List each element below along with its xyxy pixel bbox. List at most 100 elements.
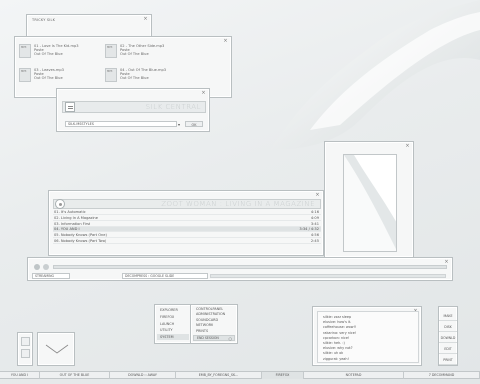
menu-item-launch[interactable]: LAUNCH xyxy=(160,321,174,327)
file-type-label: MP3 xyxy=(21,70,27,73)
chat-message: silkie: zzzz sleep xyxy=(323,315,352,319)
close-icon[interactable]: × xyxy=(223,39,228,44)
chat-message: silkie: heh. :) xyxy=(323,341,345,345)
track-name: 04. YOU AND I xyxy=(54,227,80,232)
start-menu-right: CONTROLPANEL ADMINISTRATION SOUNDCARD NETWO… xyxy=(190,304,238,344)
menu-item-system[interactable]: SYSTEM xyxy=(157,334,189,341)
app-icon xyxy=(65,102,75,112)
menu-item-explorer[interactable]: EXPLORER xyxy=(160,307,178,313)
mp3-file-icon: MP3 xyxy=(19,68,31,82)
preview-image xyxy=(343,154,397,252)
track-duration: 4:09 xyxy=(310,215,319,220)
dropdown-arrow-icon[interactable]: ▾ xyxy=(178,122,180,127)
chat-message: silkie: uh ok xyxy=(323,351,344,356)
taskbar-item[interactable]: OUT OF THE BLUE xyxy=(40,372,110,379)
track-name: 06. Nobody Knows (Part Two) xyxy=(54,239,107,243)
close-icon[interactable]: × xyxy=(143,17,148,22)
track-row[interactable]: 05. Nobody Knows (Part One) 4:56 xyxy=(53,233,321,239)
mp3-file-icon: MP3 xyxy=(105,44,117,58)
play-button[interactable] xyxy=(34,264,40,270)
side-item-disk[interactable]: DISK xyxy=(439,322,457,332)
style-input-value: SILK.MSSTYLES xyxy=(68,122,94,126)
taskbar-item[interactable]: 7 DECOMMAND xyxy=(404,372,480,379)
mini-player-window: × STREAMING DECOMPRESS : GOOGLE SLIDE xyxy=(27,257,453,281)
chat-message: elusive: how's it. xyxy=(323,320,352,325)
status-label: DECOMPRESS : GOOGLE SLIDE xyxy=(125,274,175,278)
file-album: Out Of The Blue xyxy=(120,52,149,56)
track-name: 01. It's Automatic xyxy=(54,210,86,214)
end-session-label: END SESSION xyxy=(197,336,219,340)
track-duration: 2:45 xyxy=(310,239,319,243)
track-row[interactable]: 03. Information First 3:41 xyxy=(53,222,321,227)
style-input[interactable]: SILK.MSSTYLES xyxy=(65,121,177,127)
streaming-label-box: STREAMING xyxy=(32,273,70,279)
file-album: Out Of The Blue xyxy=(34,52,63,56)
track-row[interactable]: 06. Nobody Knows (Part Two) 2:45 xyxy=(53,239,321,244)
power-icon: ○ xyxy=(228,336,233,341)
progress-track xyxy=(210,274,446,278)
close-icon[interactable]: × xyxy=(201,91,206,96)
image-viewer-window: × xyxy=(324,141,414,258)
chat-message: rakarina: very nice! xyxy=(323,330,357,335)
track-name: 03. Information First xyxy=(54,221,91,226)
tray-buttons xyxy=(17,332,33,366)
taskbar-item[interactable]: EMB_BY_FOREGNS_SK... xyxy=(176,372,262,379)
file-album: Out Of The Blue xyxy=(34,76,63,80)
side-item-print[interactable]: PRINT xyxy=(439,355,457,365)
mp3-file-icon: MP3 xyxy=(19,44,31,58)
chat-message: elusive: why not? xyxy=(323,346,353,351)
track-duration: 4:16 xyxy=(310,210,319,214)
file-type-label: MP3 xyxy=(107,46,113,49)
close-icon[interactable]: × xyxy=(405,144,410,149)
track-duration: 3:41 xyxy=(310,221,319,226)
taskbar-item[interactable]: NOTEPAD xyxy=(304,372,404,379)
taskbar-item[interactable]: YOU AND I xyxy=(0,372,40,379)
player-icon xyxy=(55,199,65,209)
chat-message: coffeehouse: wow!! xyxy=(323,325,357,330)
close-icon[interactable]: × xyxy=(315,193,320,198)
track-duration: 4:56 xyxy=(310,233,319,238)
player-window: × ZOOT WOMAN : LIVING IN A MAGAZINE 01. … xyxy=(48,190,324,256)
status-box: DECOMPRESS : GOOGLE SLIDE xyxy=(122,273,208,279)
taskbar-item[interactable]: DOWNLD :: AWAY xyxy=(110,372,176,379)
side-item-make[interactable]: MAKE xyxy=(439,311,457,321)
side-item-edit[interactable]: EDIT xyxy=(439,344,457,354)
file-type-label: MP3 xyxy=(21,46,27,49)
track-duration: 3:34 / 4:32 xyxy=(299,227,319,232)
side-item-downld[interactable]: DOWNLD xyxy=(439,333,457,343)
chat-window: × silkie: zzzz sleepelusive: how's it.co… xyxy=(312,306,422,366)
file-album: Out Of The Blue xyxy=(120,76,149,80)
ok-button-label: OK xyxy=(191,123,197,127)
silk-central-window: × SILK CENTRAL SILK.MSSTYLES ▾ OK xyxy=(56,88,210,132)
tray-button-2[interactable] xyxy=(21,349,30,358)
start-menu-left: EXPLORER FIREFOX LAUNCH UTILITY SYSTEM xyxy=(154,304,192,344)
streaming-label: STREAMING xyxy=(35,274,54,278)
menu-item-utility[interactable]: UTILITY xyxy=(160,327,173,333)
file-type-label: MP3 xyxy=(107,70,113,73)
chat-message: ziggurat: yeah! xyxy=(323,356,349,361)
taskbar-item[interactable]: FIREFOX xyxy=(262,372,304,379)
file-item[interactable]: MP3 02 - The Other Side.mp3 Poste Out Of Th… xyxy=(105,43,187,63)
seek-bar[interactable] xyxy=(53,265,447,269)
background-shape xyxy=(270,0,480,150)
track-name: 02. Living In A Magazine xyxy=(54,215,98,220)
track-name: 05. Nobody Knows (Part One) xyxy=(54,233,107,238)
menu-item-prints[interactable]: PRINTS xyxy=(196,328,208,334)
file-item[interactable]: MP3 04 - Out Of The Blue.mp3 Poste Out Of T… xyxy=(105,67,187,87)
mail-widget[interactable] xyxy=(37,332,75,366)
menu-item-firefox[interactable]: FIREFOX xyxy=(160,314,174,320)
end-session-row[interactable]: END SESSION ○ xyxy=(193,335,235,341)
small-window-title: TRICKY SILK xyxy=(32,18,56,22)
file-item[interactable]: MP3 03 - Leaves.mp3 Poste Out Of The Blue xyxy=(19,67,101,87)
ok-button[interactable]: OK xyxy=(185,121,203,127)
mp3-file-icon: MP3 xyxy=(105,68,117,82)
file-item[interactable]: MP3 01 - Love Is The Kid.mp3 Poste Out Of T… xyxy=(19,43,101,63)
envelope-icon xyxy=(45,344,69,354)
track-row[interactable]: 01. It's Automatic 4:16 xyxy=(53,210,321,215)
stop-button[interactable] xyxy=(43,264,49,270)
tray-button-1[interactable] xyxy=(21,337,30,346)
silk-central-title: SILK CENTRAL xyxy=(145,103,201,111)
track-row[interactable]: 04. YOU AND I 3:34 / 4:32 xyxy=(53,227,321,233)
chat-log: silkie: zzzz sleep elusive: how's it. coff… xyxy=(317,311,419,363)
track-row[interactable]: 02. Living In A Magazine 4:09 xyxy=(53,216,321,221)
